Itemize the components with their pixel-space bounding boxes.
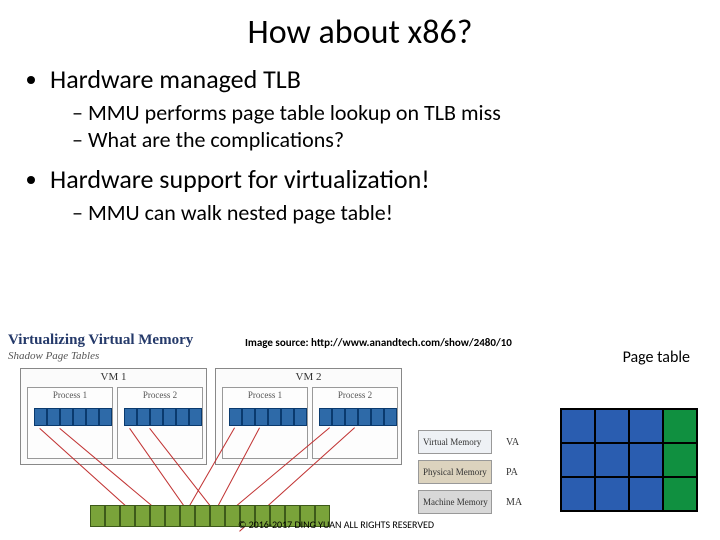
copyright: © 2016-2017 DING YUAN ALL RIGHTS RESERVE… [238,519,434,530]
vm2-proc2: Process 2 [312,387,398,459]
bullet-1: Hardware managed TLB [50,63,700,95]
bullet-1-2: What are the complications? [72,126,700,153]
diagram-area: Virtualizing Virtual Memory Shadow Page … [0,330,720,540]
proc-label: Process 1 [28,390,112,400]
legend-ma: MA [506,497,522,508]
proc-label: Process 1 [223,390,307,400]
page-table-grid [560,408,698,512]
legend-machine: Machine Memory [418,490,492,514]
page-table-label: Page table [623,348,690,367]
bullet-list: Hardware managed TLB MMU performs page t… [20,63,700,226]
bullet-1-1: MMU performs page table lookup on TLB mi… [72,99,700,126]
proc-label: Process 2 [313,390,397,400]
slide-title: How about x86? [20,12,700,53]
legend-pa: PA [506,467,518,478]
bullet-2: Hardware support for virtualization! [50,163,700,195]
vm1-label: VM 1 [21,371,206,383]
vm1-box: VM 1 Process 1 Process 2 [20,368,207,465]
diagram-subtitle: Shadow Page Tables [8,350,99,362]
legend: Virtual Memory VA Physical Memory PA Mac… [418,430,522,520]
legend-virtual: Virtual Memory [418,430,492,454]
vm1-proc1: Process 1 [27,387,113,459]
diagram-title: Virtualizing Virtual Memory [8,332,193,349]
vm2-box: VM 2 Process 1 Process 2 [215,368,402,465]
image-source: Image source: http://www.anandtech.com/s… [245,336,512,349]
proc-label: Process 2 [118,390,202,400]
legend-physical: Physical Memory [418,460,492,484]
vm1-proc2: Process 2 [117,387,203,459]
vm2-label: VM 2 [216,371,401,383]
bullet-2-1: MMU can walk nested page table! [72,199,700,226]
vm2-proc1: Process 1 [222,387,308,459]
legend-va: VA [506,437,519,448]
